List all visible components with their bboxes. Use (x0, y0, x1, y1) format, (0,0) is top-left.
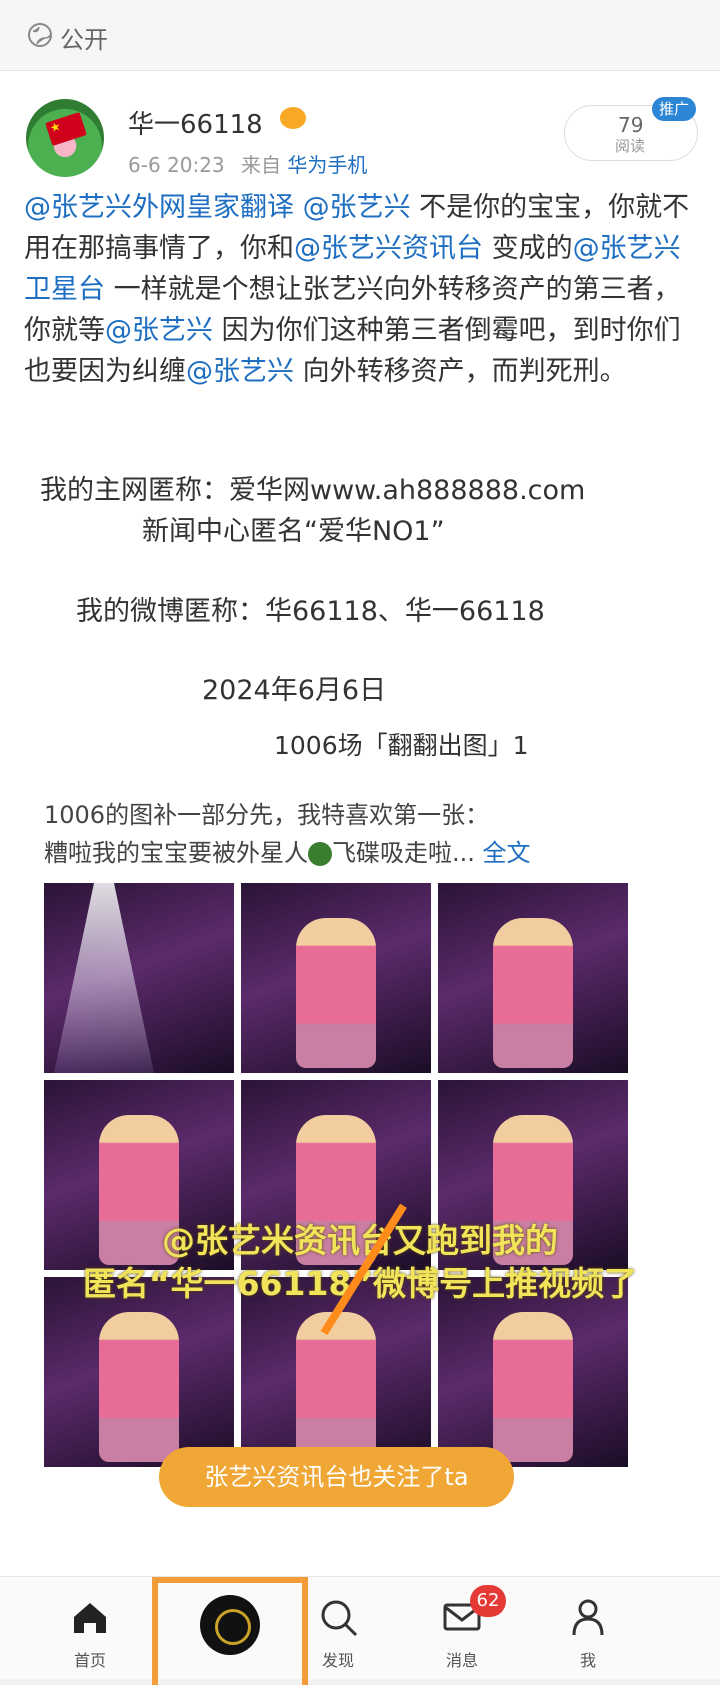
reads-label: 阅读 (615, 137, 646, 155)
post-source[interactable]: 华为手机 (287, 153, 367, 177)
mention-link[interactable]: @张艺兴资讯台 (294, 233, 483, 264)
reads-count: 79 (618, 113, 644, 137)
tab-discover-label: 发现 (321, 1651, 354, 1670)
expand-full-text-link[interactable]: 全文 (483, 839, 531, 867)
bottom-tabbar: 首页 发现 62 消息 我 (0, 1576, 720, 1685)
source-prefix: 来自 (241, 153, 282, 177)
post-card: 华一66118 6-6 20:23 来自 华为手机 79 阅读 推广 @张艺兴外… (0, 71, 720, 1576)
tab-discover[interactable]: 发现 (278, 1577, 398, 1679)
photo-3[interactable] (438, 883, 628, 1073)
tab-messages-label: 消息 (445, 1651, 478, 1670)
photo-7[interactable] (44, 1277, 234, 1467)
post-time: 6-6 20:23 (128, 153, 225, 177)
post-text-segment: 向外转移资产，而判死刑。 (294, 356, 627, 387)
quoted-post[interactable]: 1006场「翻翻出图」1 1006的图补一部分先，我特喜欢第一张： 糟啦我的宝宝… (24, 709, 696, 1575)
photo-2[interactable] (241, 883, 431, 1073)
globe-icon (28, 23, 52, 47)
mention-link[interactable]: @张艺兴 (105, 315, 213, 346)
post-body: @张艺兴外网皇家翻译 @张艺兴 不是你的宝宝，你就不用在那搞事情了，你和@张艺兴… (24, 187, 700, 392)
username[interactable]: 华一66118 (128, 104, 263, 141)
alien-icon (308, 842, 332, 866)
photo-1[interactable] (44, 883, 234, 1073)
visibility-label: 公开 (60, 26, 108, 54)
signature-date: 2024年6月6日 (202, 675, 387, 706)
promo-badge[interactable]: 推广 (652, 97, 696, 121)
quoted-text-part-b: 飞碟吸走啦... (332, 839, 475, 867)
signature-line-3: 我的微博匿称：华66118、华一66118 (76, 596, 545, 627)
quoted-text: 1006的图补一部分先，我特喜欢第一张： 糟啦我的宝宝要被外星人 飞碟吸走啦...… (44, 796, 531, 872)
tab-home-label: 首页 (73, 1651, 106, 1670)
search-icon (321, 1600, 358, 1637)
home-icon (74, 1603, 106, 1633)
tab-messages[interactable]: 62 消息 (402, 1577, 522, 1679)
tab-me-label: 我 (579, 1651, 596, 1670)
message-count-badge: 62 (470, 1585, 506, 1617)
photo-9[interactable] (438, 1277, 628, 1467)
flag-icon (45, 112, 87, 146)
tab-me[interactable]: 我 (528, 1577, 648, 1679)
post-text-segment: 变成的 (483, 233, 573, 264)
quoted-title: 1006场「翻翻出图」1 (274, 731, 529, 760)
quoted-text-part-a: 糟啦我的宝宝要被外星人 (44, 839, 308, 867)
quoted-text-line-1: 1006的图补一部分先，我特喜欢第一张： (44, 801, 490, 829)
center-avatar-icon (200, 1595, 260, 1655)
visibility-bar: 公开 (0, 0, 720, 71)
person-icon (572, 1599, 604, 1636)
avatar[interactable] (26, 99, 104, 177)
signature-line-1: 我的主网匿称：爱华网www.ah888888.com (40, 475, 586, 506)
tab-home[interactable]: 首页 (30, 1577, 150, 1679)
signature-line-2: 新闻中心匿名“爱华NO1” (142, 516, 445, 547)
overlay-caption-line-1: @张艺米资讯台又跑到我的 (162, 1221, 558, 1260)
quoted-text-line-2: 糟啦我的宝宝要被外星人 飞碟吸走啦... 全文 (44, 834, 531, 872)
fish-badge-icon (280, 107, 306, 129)
mention-link[interactable]: @张艺兴 (186, 356, 294, 387)
follow-toast: 张艺兴资讯台也关注了ta (159, 1447, 514, 1507)
post-meta: 6-6 20:23 来自 华为手机 (128, 149, 367, 178)
mention-link[interactable]: @张艺兴外网皇家翻译 @张艺兴 (24, 192, 411, 223)
